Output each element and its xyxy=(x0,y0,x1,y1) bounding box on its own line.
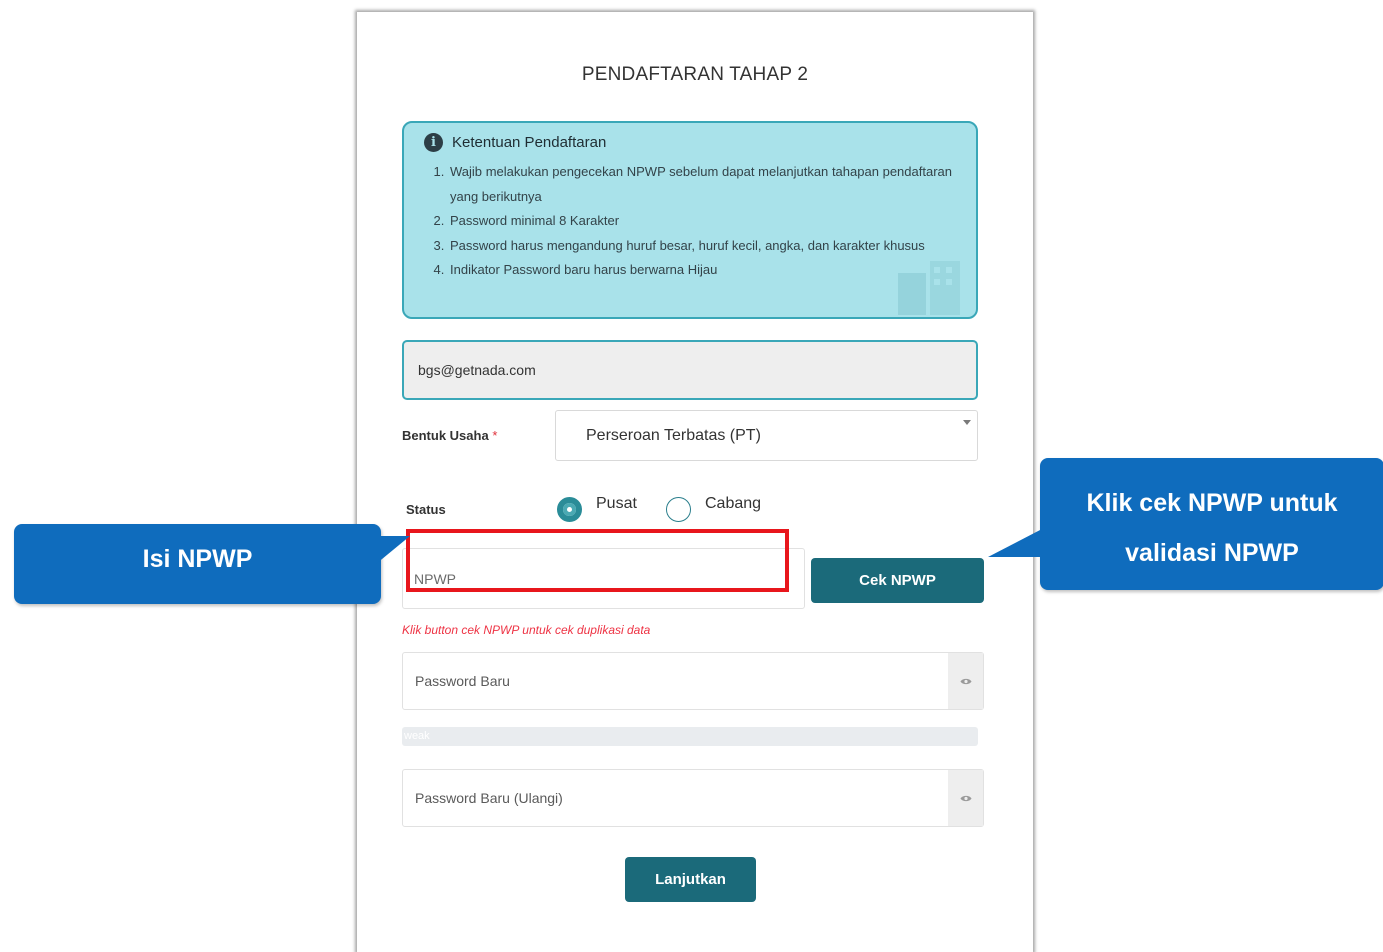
rule-item: Indikator Password baru harus berwarna H… xyxy=(448,258,952,283)
password-strength-bar: weak xyxy=(402,727,978,746)
bentuk-usaha-value: Perseroan Terbatas (PT) xyxy=(586,427,761,444)
toggle-confirm-password-visibility-button[interactable] xyxy=(948,770,983,826)
cek-npwp-button[interactable]: Cek NPWP xyxy=(811,558,984,603)
registration-rules-box: i Ketentuan Pendaftaran Wajib melakukan … xyxy=(402,121,978,319)
lanjutkan-button[interactable]: Lanjutkan xyxy=(625,857,756,902)
rules-heading: i Ketentuan Pendaftaran xyxy=(424,133,952,152)
registration-card: PENDAFTARAN TAHAP 2 i Ketentuan Pendafta… xyxy=(357,12,1033,952)
callout-cek-npwp-line1: Klik cek NPWP untuk xyxy=(1086,489,1338,517)
rules-heading-text: Ketentuan Pendaftaran xyxy=(452,134,607,151)
rule-item: Password minimal 8 Karakter xyxy=(448,209,952,234)
status-radio-cabang-label: Cabang xyxy=(705,495,762,512)
toggle-password-visibility-button[interactable] xyxy=(948,653,983,709)
npwp-input[interactable] xyxy=(402,548,805,609)
status-radio-pusat[interactable] xyxy=(557,497,582,522)
caret-down-icon xyxy=(963,420,971,425)
callout-isi-npwp: Isi NPWP xyxy=(14,524,410,604)
new-password-group xyxy=(402,652,984,710)
npwp-hint-text: Klik button cek NPWP untuk cek duplikasi… xyxy=(402,623,651,637)
rules-list: Wajib melakukan pengecekan NPWP sebelum … xyxy=(424,160,952,283)
confirm-password-input[interactable] xyxy=(403,770,949,826)
status-radio-pusat-label: Pusat xyxy=(596,495,637,512)
bentuk-usaha-select[interactable]: Perseroan Terbatas (PT) xyxy=(555,410,978,461)
new-password-input[interactable] xyxy=(403,653,949,709)
building-decoration-icon xyxy=(898,261,960,315)
confirm-password-group xyxy=(402,769,984,827)
email-field[interactable]: bgs@getnada.com xyxy=(402,340,978,400)
callout-cek-npwp-line2: validasi NPWP xyxy=(1125,539,1299,567)
page-title: PENDAFTARAN TAHAP 2 xyxy=(581,64,809,85)
eye-icon xyxy=(960,795,971,801)
callout-cek-npwp: Klik cek NPWP untuk validasi NPWP xyxy=(988,458,1383,590)
rule-item: Wajib melakukan pengecekan NPWP sebelum … xyxy=(448,160,952,209)
eye-icon xyxy=(960,678,971,684)
info-circle-icon: i xyxy=(424,133,443,152)
status-radio-cabang[interactable] xyxy=(666,497,691,522)
bentuk-usaha-label: Bentuk Usaha * xyxy=(402,428,498,443)
status-label: Status xyxy=(406,502,446,517)
rule-item: Password harus mengandung huruf besar, h… xyxy=(448,234,952,259)
required-mark: * xyxy=(492,428,498,443)
